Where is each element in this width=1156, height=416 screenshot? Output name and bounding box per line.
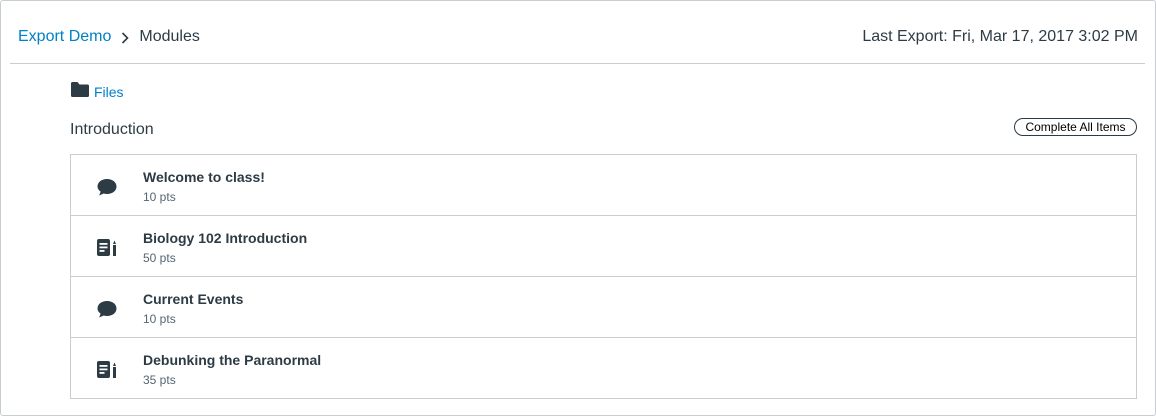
module-item-title[interactable]: Debunking the Paranormal (143, 352, 321, 368)
module-item-points: 50 pts (143, 251, 176, 265)
modules-window: Export Demo Modules Last Export: Fri, Ma… (0, 0, 1156, 416)
discussion-icon (96, 176, 118, 198)
breadcrumb-course-link[interactable]: Export Demo (18, 28, 111, 46)
folder-icon (71, 82, 89, 102)
module-item-title[interactable]: Biology 102 Introduction (143, 230, 307, 246)
files-link-label: Files (94, 84, 124, 100)
assignment-icon (96, 237, 118, 259)
module-item-title[interactable]: Current Events (143, 291, 243, 307)
module-item-points: 10 pts (143, 312, 176, 326)
chevron-right-icon (121, 31, 130, 44)
module-item-biology-intro[interactable]: Biology 102 Introduction 50 pts (71, 216, 1136, 277)
files-link[interactable]: Files (71, 82, 124, 102)
header-bar: Export Demo Modules Last Export: Fri, Ma… (10, 1, 1145, 64)
discussion-icon (96, 298, 118, 320)
assignment-icon (96, 359, 118, 381)
module-item-points: 35 pts (143, 373, 176, 387)
breadcrumb-current: Modules (139, 28, 200, 45)
module-item-debunking[interactable]: Debunking the Paranormal 35 pts (71, 338, 1136, 399)
complete-all-items-button[interactable]: Complete All Items (1014, 118, 1137, 136)
module-item-points: 10 pts (143, 190, 176, 204)
breadcrumb: Export Demo Modules (18, 28, 200, 46)
module-title: Introduction (70, 121, 154, 138)
module-item-welcome[interactable]: Welcome to class! 10 pts (71, 155, 1136, 216)
module-item-title[interactable]: Welcome to class! (143, 169, 265, 185)
module-item-current-events[interactable]: Current Events 10 pts (71, 277, 1136, 338)
last-export-timestamp: Last Export: Fri, Mar 17, 2017 3:02 PM (862, 28, 1138, 45)
module-items-list: Welcome to class! 10 pts Biology 102 Int… (70, 154, 1137, 399)
